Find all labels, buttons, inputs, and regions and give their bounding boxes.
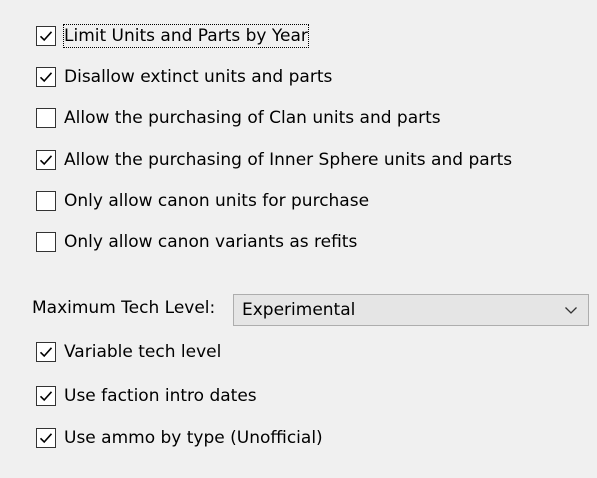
checkbox-box[interactable] — [36, 232, 56, 252]
check-icon — [39, 155, 53, 166]
max-tech-level-value: Experimental — [242, 300, 356, 320]
checkbox-box[interactable] — [36, 191, 56, 211]
variable-tech-level-checkbox[interactable]: Variable tech level — [36, 339, 221, 365]
disallow-extinct-checkbox[interactable]: Disallow extinct units and parts — [36, 64, 332, 90]
checkbox-label: Use faction intro dates — [64, 386, 257, 406]
limit-units-by-year-checkbox[interactable]: Limit Units and Parts by Year — [36, 23, 309, 49]
checkbox-label: Only allow canon variants as refits — [64, 232, 358, 252]
checkbox-label: Use ammo by type (Unofficial) — [64, 428, 323, 448]
check-icon — [39, 72, 53, 83]
checkbox-box[interactable] — [36, 342, 56, 362]
checkbox-box[interactable] — [36, 67, 56, 87]
ammo-by-type-checkbox[interactable]: Use ammo by type (Unofficial) — [36, 425, 323, 451]
checkbox-box[interactable] — [36, 26, 56, 46]
checkbox-box[interactable] — [36, 428, 56, 448]
check-icon — [39, 391, 53, 402]
allow-inner-sphere-purchase-checkbox[interactable]: Allow the purchasing of Inner Sphere uni… — [36, 147, 512, 173]
checkbox-label: Allow the purchasing of Inner Sphere uni… — [64, 150, 513, 170]
max-tech-level-label: Maximum Tech Level: — [32, 298, 216, 318]
allow-clan-purchase-checkbox[interactable]: Allow the purchasing of Clan units and p… — [36, 105, 441, 131]
checkbox-label: Allow the purchasing of Clan units and p… — [64, 108, 441, 128]
check-icon — [39, 31, 53, 42]
checkbox-box[interactable] — [36, 108, 56, 128]
tech-limits-panel: Limit Units and Parts by Year Disallow e… — [0, 0, 597, 478]
chevron-down-icon — [565, 307, 577, 314]
check-icon — [39, 433, 53, 444]
checkbox-box[interactable] — [36, 150, 56, 170]
checkbox-label: Disallow extinct units and parts — [64, 67, 333, 87]
canon-units-only-checkbox[interactable]: Only allow canon units for purchase — [36, 188, 369, 214]
canon-variants-refits-checkbox[interactable]: Only allow canon variants as refits — [36, 229, 357, 255]
check-icon — [39, 347, 53, 358]
faction-intro-dates-checkbox[interactable]: Use faction intro dates — [36, 383, 257, 409]
checkbox-box[interactable] — [36, 386, 56, 406]
max-tech-level-select[interactable]: Experimental — [233, 294, 589, 326]
checkbox-label: Variable tech level — [64, 342, 222, 362]
checkbox-label: Only allow canon units for purchase — [64, 191, 370, 211]
checkbox-label: Limit Units and Parts by Year — [63, 24, 309, 48]
